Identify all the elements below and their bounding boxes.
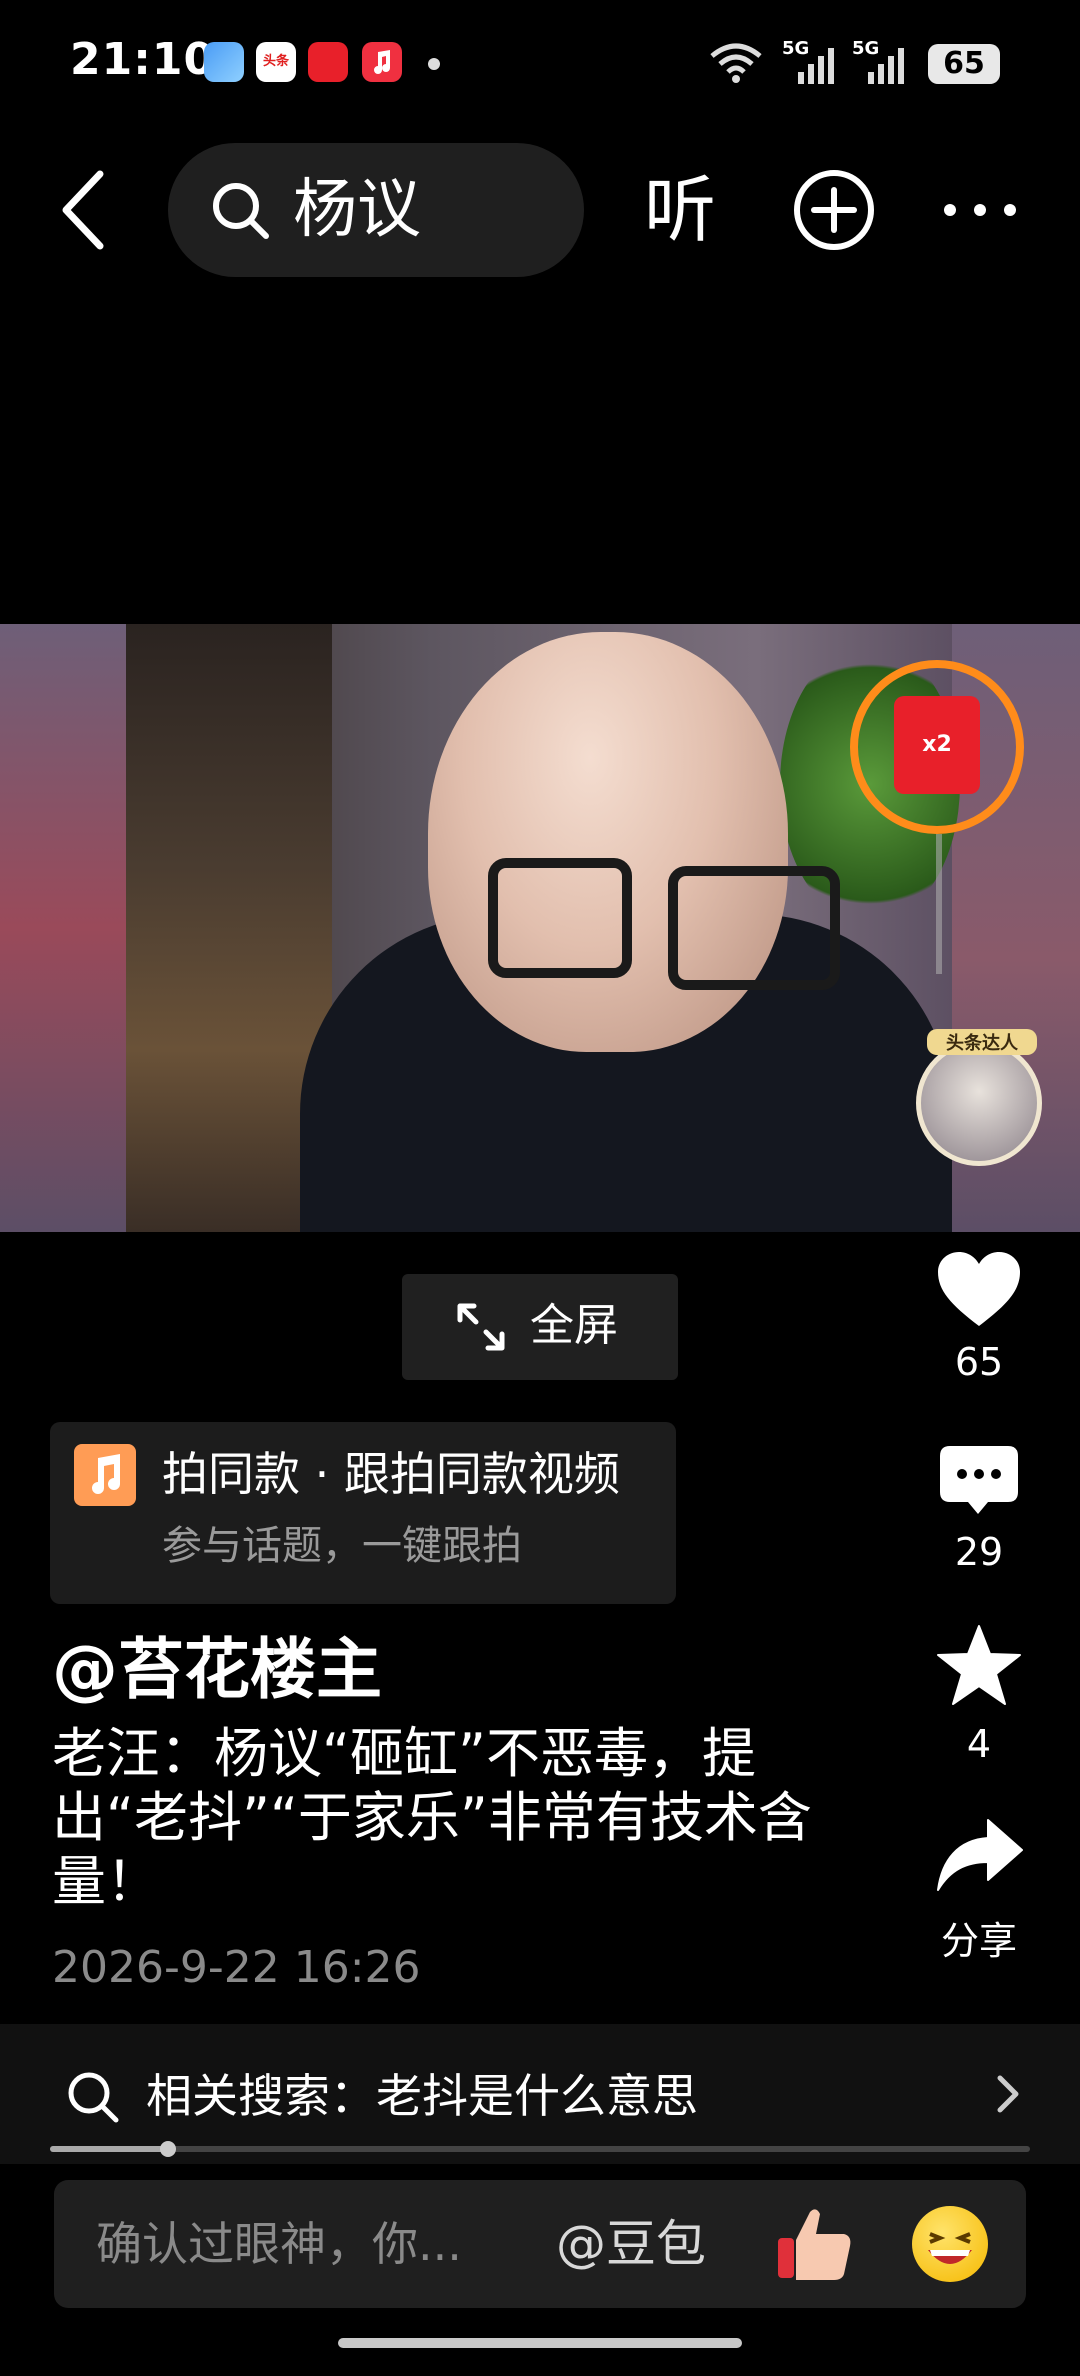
favorites-count: 4 — [966, 1722, 992, 1766]
reward-progress-track — [936, 834, 942, 974]
share-label: 分享 — [940, 1919, 1017, 1963]
search-icon — [68, 2072, 119, 2123]
mention-doubao-button[interactable]: @豆包 — [556, 2212, 706, 2276]
toutiao-icon-label: 头条 — [262, 54, 289, 69]
back-arrow-icon[interactable] — [56, 168, 112, 252]
listen-button[interactable]: 听 — [644, 168, 716, 252]
more-notifications-dot — [428, 58, 440, 70]
video-title: 老汪：杨议“砸缸”不恶毒，提出“老抖”“于家乐”非常有技术含量！ — [52, 1722, 812, 1913]
heart-icon[interactable] — [936, 1250, 1022, 1328]
red-packet-reward[interactable]: x2 — [850, 660, 1024, 834]
video-background-left — [0, 624, 126, 1232]
creator-avatar[interactable]: 头条达人 — [916, 1029, 1042, 1166]
fullscreen-label: 全屏 — [530, 1300, 618, 1351]
comment-placeholder: 确认过眼神，你... — [96, 2217, 462, 2271]
banner-subtitle: 参与话题，一键跟拍 — [162, 1523, 522, 1569]
red-packet-multiplier: x2 — [922, 732, 952, 757]
star-icon[interactable] — [936, 1624, 1022, 1706]
comment-input[interactable]: 确认过眼神，你... @豆包 — [54, 2180, 1026, 2308]
video-progress-knob[interactable] — [159, 2141, 176, 2157]
banner-title: 拍同款 · 跟拍同款视频 — [162, 1447, 620, 1501]
glasses-left — [488, 858, 632, 978]
more-options-icon[interactable] — [940, 196, 1020, 224]
shoot-same-banner[interactable]: 拍同款 · 跟拍同款视频 参与话题，一键跟拍 — [50, 1422, 676, 1604]
add-circle-icon[interactable] — [792, 168, 876, 252]
video-progress-bar[interactable] — [50, 2141, 1030, 2157]
music-note-icon — [74, 1444, 136, 1506]
post-date: 2026-9-22 16:26 — [52, 1942, 421, 1993]
battery-indicator: 65 — [928, 44, 1000, 84]
red-packet-icon: x2 — [894, 696, 980, 794]
music-app-icon — [362, 42, 402, 82]
likes-count: 65 — [954, 1340, 1004, 1384]
signal-1: 5G — [782, 38, 838, 86]
game-app-icon — [308, 42, 348, 82]
search-icon — [213, 183, 269, 239]
video-progress-fill — [50, 2146, 168, 2152]
toutiao-app-icon: 头条 — [256, 42, 296, 82]
related-search-text: 相关搜索：老抖是什么意思 — [146, 2069, 698, 2123]
share-icon[interactable] — [936, 1818, 1024, 1892]
avatar-badge-label: 头条达人 — [927, 1029, 1037, 1055]
search-query[interactable]: 杨议 — [293, 172, 421, 248]
author-name[interactable]: @苔花楼主 — [52, 1628, 382, 1712]
signal-bars-icon — [798, 48, 834, 84]
laughing-emoji-icon[interactable] — [912, 2206, 988, 2282]
status-bar: 21:10 头条 5G 5G 65 — [0, 0, 1080, 120]
glasses-right — [668, 866, 840, 990]
thumbs-up-emoji-icon[interactable] — [776, 2204, 854, 2284]
wifi-icon — [710, 43, 762, 83]
comments-count: 29 — [954, 1530, 1004, 1574]
comment-icon[interactable] — [938, 1444, 1020, 1518]
status-time: 21:10 — [70, 34, 216, 85]
chevron-right-icon — [997, 2075, 1019, 2113]
signal-bars-icon — [868, 48, 904, 84]
weather-app-icon — [204, 42, 244, 82]
signal-2: 5G — [852, 38, 908, 86]
expand-icon — [457, 1303, 505, 1351]
home-indicator[interactable] — [338, 2338, 742, 2348]
fullscreen-button[interactable]: 全屏 — [402, 1274, 678, 1380]
